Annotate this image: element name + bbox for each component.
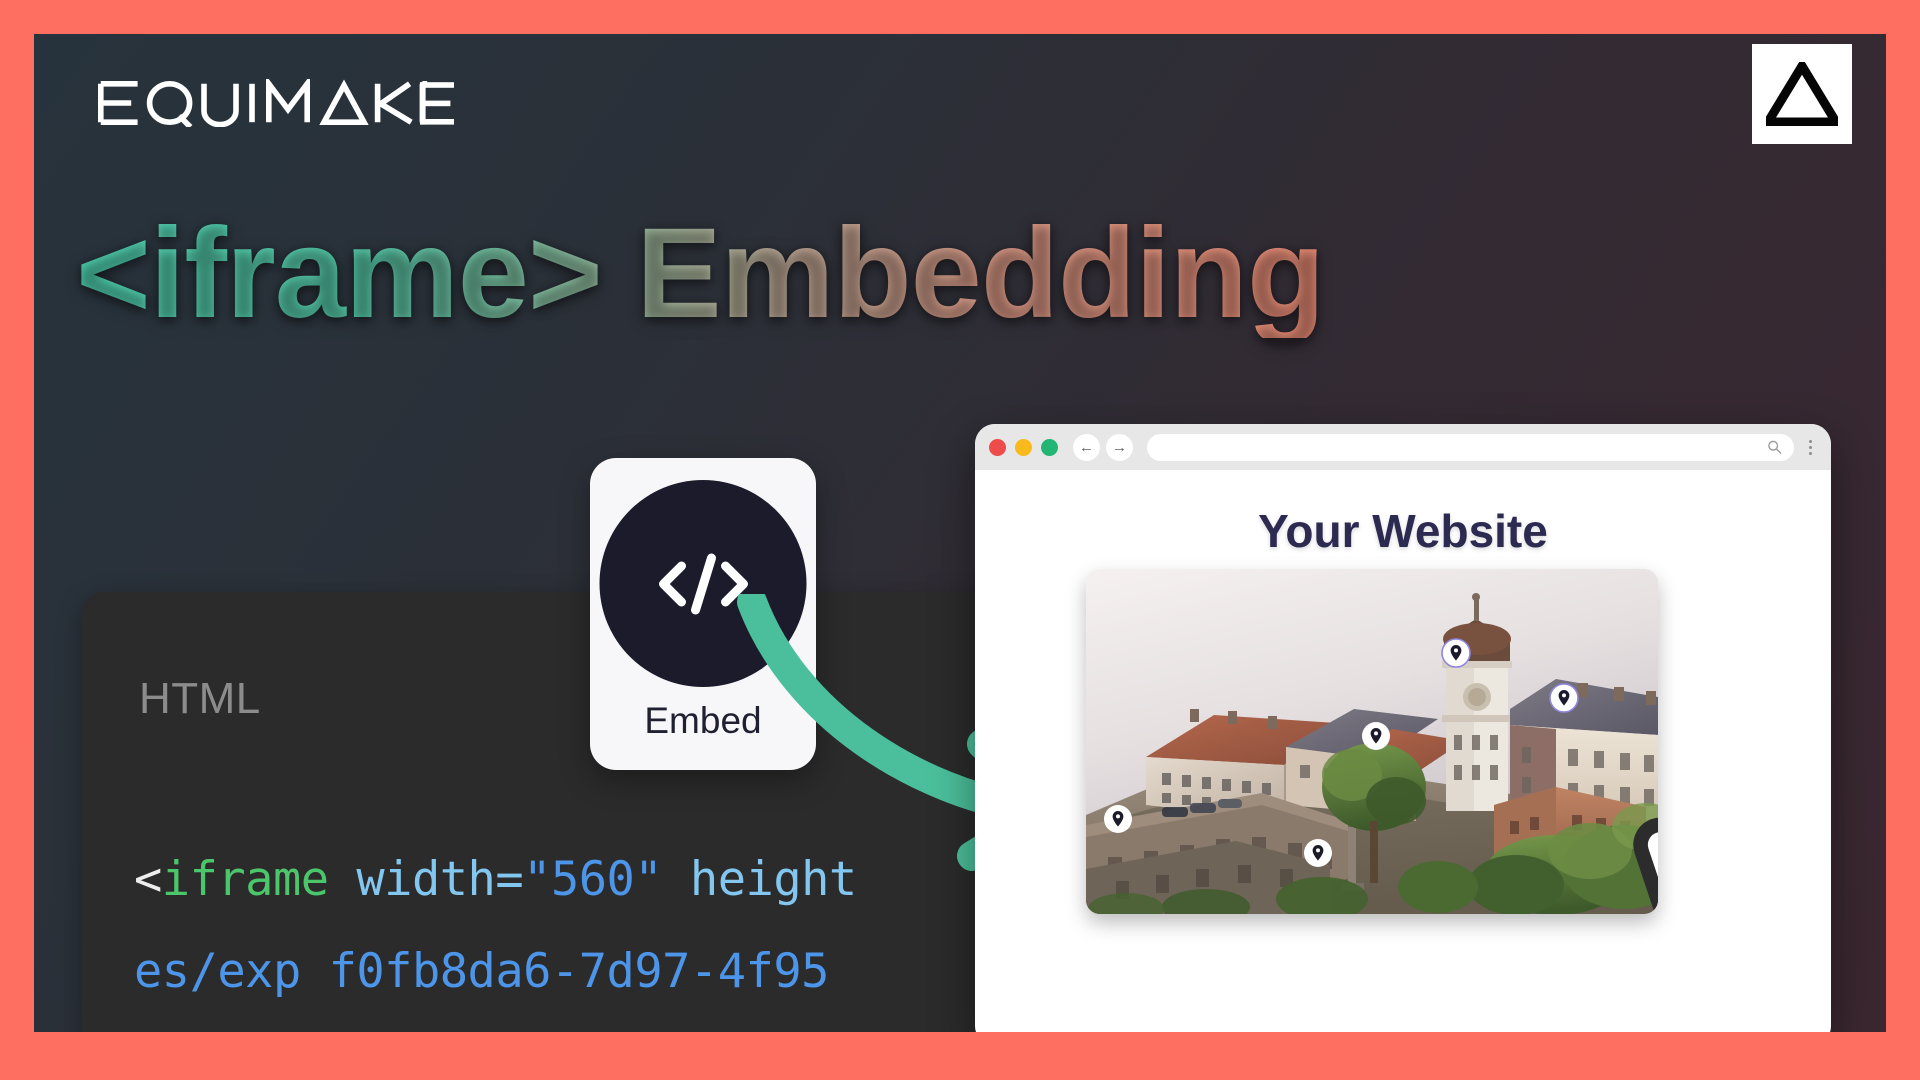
headline-code-part: <iframe>	[76, 202, 603, 345]
search-icon	[1768, 440, 1782, 454]
website-heading: Your Website	[1258, 505, 1548, 557]
headline-plain-part: Embedding	[601, 202, 1325, 345]
url-input[interactable]	[1147, 433, 1794, 461]
brand-mark-badge	[1752, 44, 1852, 144]
code-language-label: HTML	[139, 674, 261, 723]
forward-button[interactable]: →	[1106, 433, 1133, 461]
maximize-dot[interactable]	[1041, 438, 1058, 456]
back-button[interactable]: ←	[1073, 433, 1100, 461]
coral-frame: EQUIMAKE <iframe> Embedding HTML <iframe…	[0, 0, 1920, 1080]
code-token: iframe	[161, 852, 329, 907]
grab-hand-cursor	[1633, 817, 1658, 914]
code-line: es/exp f0fb8da6-7d97-4f95	[134, 944, 829, 999]
kebab-menu-icon[interactable]	[1803, 439, 1817, 455]
embed-card-label: Embed	[644, 700, 762, 741]
browser-chrome-bar: ← →	[975, 424, 1831, 470]
embed-icon-circle	[599, 480, 807, 687]
pin-west-wall[interactable]	[1103, 804, 1133, 834]
page-title: <iframe> Embedding	[76, 210, 1325, 338]
code-brackets-icon	[658, 553, 748, 614]
triangle-outline-icon	[1766, 62, 1838, 126]
pin-courtyard[interactable]	[1361, 721, 1391, 751]
minimize-dot[interactable]	[1015, 438, 1032, 456]
code-token: width=	[328, 852, 524, 907]
code-token: height	[662, 852, 857, 907]
close-dot[interactable]	[989, 438, 1006, 456]
code-token: es/exp f0fb8da6-7d97-4f95	[134, 944, 829, 999]
pin-ground[interactable]	[1303, 838, 1333, 868]
browser-window-mock: ← → Your Website	[975, 424, 1831, 1032]
equimake-logo	[74, 76, 454, 130]
embed-button-card[interactable]: Embed	[590, 458, 816, 770]
pin-tower[interactable]	[1440, 638, 1471, 668]
slide-canvas: EQUIMAKE <iframe> Embedding HTML <iframe…	[34, 34, 1886, 1032]
code-line: <iframe width="560" height	[134, 852, 857, 907]
3d-model-viewer[interactable]	[1086, 569, 1658, 914]
code-token: "560"	[523, 852, 663, 907]
code-token: <	[134, 852, 162, 907]
